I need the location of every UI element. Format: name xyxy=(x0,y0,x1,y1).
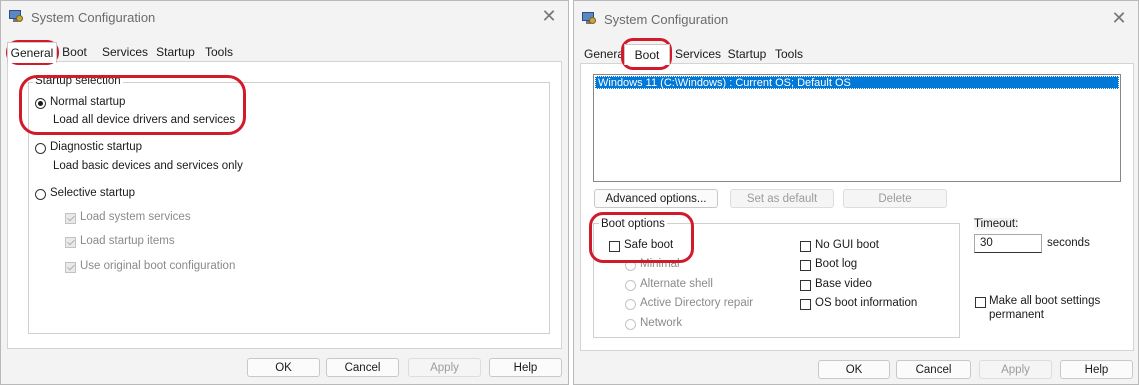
make-permanent-label-line1[interactable]: Make all boot settings xyxy=(989,295,1100,307)
tab-services[interactable]: Services xyxy=(674,44,722,64)
timeout-input[interactable]: 30 xyxy=(974,234,1042,253)
help-button[interactable]: Help xyxy=(489,358,562,377)
diagnostic-startup-label[interactable]: Diagnostic startup xyxy=(50,141,142,153)
close-icon[interactable]: ✕ xyxy=(540,6,558,26)
window-title: System Configuration xyxy=(31,10,156,25)
alternate-shell-radio[interactable] xyxy=(625,280,636,291)
system-configuration-general-window: System Configuration ✕ General Boot Serv… xyxy=(0,0,569,385)
make-permanent-label-line2[interactable]: permanent xyxy=(989,309,1044,321)
active-directory-repair-label: Active Directory repair xyxy=(640,297,754,309)
alternate-shell-label: Alternate shell xyxy=(640,278,713,290)
os-list-item[interactable]: Windows 11 (C:\Windows) : Current OS; De… xyxy=(595,76,1119,89)
load-startup-items-checkbox[interactable] xyxy=(65,237,76,248)
tab-general[interactable]: General xyxy=(7,42,57,63)
use-original-boot-config-label: Use original boot configuration xyxy=(80,260,236,272)
tab-bar: General Boot Services Startup Tools xyxy=(7,42,307,63)
os-boot-information-label[interactable]: OS boot information xyxy=(815,297,917,309)
normal-startup-radio[interactable] xyxy=(35,98,46,109)
msconfig-app-icon xyxy=(9,10,23,23)
tab-bar: Genera Boot Services Startup Tools xyxy=(580,44,880,65)
safe-boot-checkbox[interactable] xyxy=(609,241,620,252)
normal-startup-label[interactable]: Normal startup xyxy=(50,96,125,108)
apply-button[interactable]: Apply xyxy=(408,358,481,377)
timeout-unit-label: seconds xyxy=(1047,237,1090,249)
minimal-label: Minimal xyxy=(640,258,680,270)
msconfig-app-icon xyxy=(582,12,596,25)
selective-startup-label[interactable]: Selective startup xyxy=(50,187,135,199)
apply-button[interactable]: Apply xyxy=(979,360,1052,379)
cancel-button[interactable]: Cancel xyxy=(896,360,971,379)
timeout-label: Timeout: xyxy=(974,218,1019,230)
network-radio[interactable] xyxy=(625,319,636,330)
network-label: Network xyxy=(640,317,683,329)
use-original-boot-config-checkbox[interactable] xyxy=(65,262,76,273)
tab-boot[interactable]: Boot xyxy=(57,42,92,62)
ok-button[interactable]: OK xyxy=(247,358,320,377)
no-gui-boot-label[interactable]: No GUI boot xyxy=(815,239,879,251)
tab-boot[interactable]: Boot xyxy=(624,44,670,65)
os-list[interactable]: Windows 11 (C:\Windows) : Current OS; De… xyxy=(593,74,1121,182)
title-bar: System Configuration ✕ xyxy=(574,1,1138,35)
minimal-radio[interactable] xyxy=(625,260,636,271)
diagnostic-startup-radio[interactable] xyxy=(35,143,46,154)
tab-tools[interactable]: Tools xyxy=(200,42,238,62)
tab-services[interactable]: Services xyxy=(101,42,149,62)
tab-general[interactable]: Genera xyxy=(584,44,624,64)
delete-button[interactable]: Delete xyxy=(843,189,947,208)
ok-button[interactable]: OK xyxy=(818,360,890,379)
boot-log-label[interactable]: Boot log xyxy=(815,258,857,270)
safe-boot-label[interactable]: Safe boot xyxy=(624,239,673,251)
tab-tools[interactable]: Tools xyxy=(772,44,806,64)
diagnostic-startup-description: Load basic devices and services only xyxy=(53,160,243,172)
os-boot-information-checkbox[interactable] xyxy=(800,299,811,310)
load-system-services-checkbox[interactable] xyxy=(65,213,76,224)
base-video-label[interactable]: Base video xyxy=(815,278,872,290)
base-video-checkbox[interactable] xyxy=(800,280,811,291)
help-button[interactable]: Help xyxy=(1060,360,1133,379)
startup-selection-label: Startup selection xyxy=(33,75,123,87)
boot-log-checkbox[interactable] xyxy=(800,260,811,271)
cancel-button[interactable]: Cancel xyxy=(326,358,399,377)
load-system-services-label: Load system services xyxy=(80,211,191,223)
tab-startup[interactable]: Startup xyxy=(153,42,198,62)
tab-startup[interactable]: Startup xyxy=(726,44,768,64)
no-gui-boot-checkbox[interactable] xyxy=(800,241,811,252)
title-bar: System Configuration ✕ xyxy=(1,1,568,35)
general-tab-panel: Startup selection Normal startup Load al… xyxy=(7,61,562,349)
advanced-options-button[interactable]: Advanced options... xyxy=(594,189,718,208)
boot-tab-panel: Windows 11 (C:\Windows) : Current OS; De… xyxy=(580,63,1134,351)
make-permanent-checkbox[interactable] xyxy=(975,297,986,308)
set-as-default-button[interactable]: Set as default xyxy=(730,189,834,208)
boot-options-label: Boot options xyxy=(599,218,667,230)
system-configuration-boot-window: System Configuration ✕ Genera Boot Servi… xyxy=(573,0,1139,385)
selective-startup-radio[interactable] xyxy=(35,189,46,200)
close-icon[interactable]: ✕ xyxy=(1110,8,1128,28)
active-directory-repair-radio[interactable] xyxy=(625,299,636,310)
load-startup-items-label: Load startup items xyxy=(80,235,175,247)
normal-startup-description: Load all device drivers and services xyxy=(53,114,236,126)
window-title: System Configuration xyxy=(604,12,729,27)
